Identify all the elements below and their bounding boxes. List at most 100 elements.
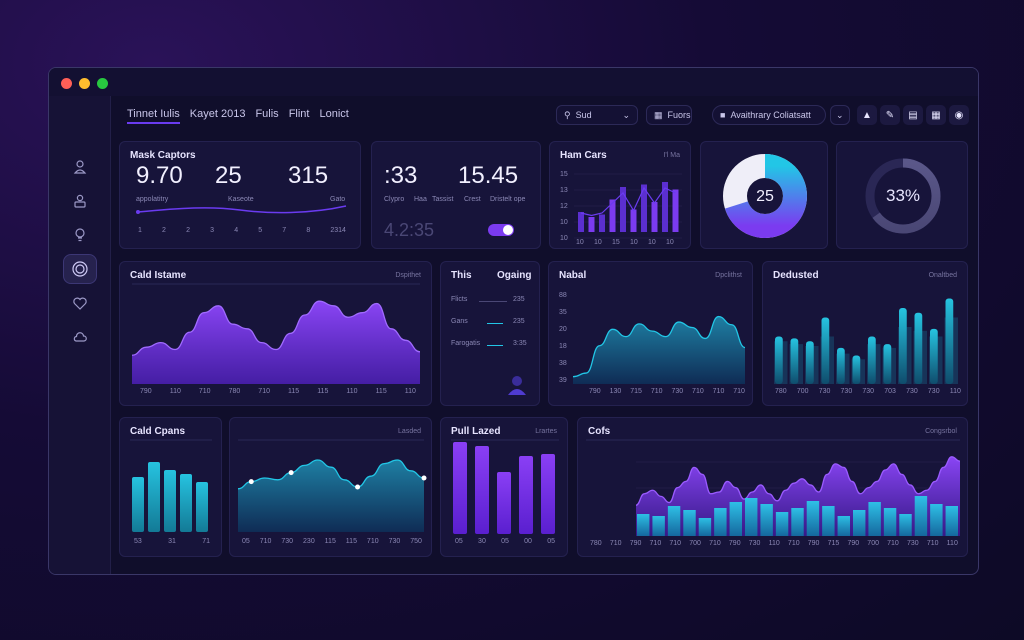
x-tick-label: 2	[186, 227, 190, 234]
card-mask-captors: Mask Captors 9.70 25 315 appolatitry Kas…	[119, 141, 361, 249]
minimize-window-button[interactable]	[79, 78, 90, 89]
x-tick-label: 10	[576, 239, 584, 246]
combo-chart	[586, 439, 961, 536]
bar	[868, 336, 876, 384]
x-tick-label: 05	[501, 538, 509, 545]
sidebar-item-ideas[interactable]	[63, 220, 97, 250]
y-tick-label: 38	[559, 360, 567, 367]
bar	[714, 508, 727, 536]
x-axis-ticks: 53 31 71	[134, 538, 210, 545]
bar	[196, 482, 208, 532]
sidebar-item-cloud[interactable]	[63, 322, 97, 352]
x-tick-label: 15	[612, 239, 620, 246]
metric-label: Flicts	[451, 296, 468, 303]
tab-1[interactable]: Tinnet Iulis	[127, 108, 180, 124]
area-chart	[237, 439, 427, 532]
bar	[651, 202, 658, 232]
x-tick-label: 115	[375, 388, 387, 395]
image-button[interactable]: ▲	[857, 105, 877, 125]
tab-3[interactable]: Fulis	[255, 108, 278, 124]
close-window-button[interactable]	[61, 78, 72, 89]
x-tick-label: 700	[689, 540, 701, 547]
sidebar-item-profile[interactable]	[63, 186, 97, 216]
toggle-switch[interactable]	[488, 224, 514, 236]
calendar-button[interactable]: ▦	[926, 105, 946, 125]
x-tick-label: 730	[818, 388, 831, 395]
x-tick-label: 10	[666, 239, 674, 246]
sparkline	[136, 205, 347, 214]
bar-chart: 15 13 12 10 10 10 10 15 10 10 10	[560, 171, 682, 246]
trend-line	[580, 186, 676, 217]
bar	[541, 454, 555, 534]
x-tick-label: 710	[198, 388, 211, 395]
bar	[497, 472, 511, 534]
x-tick-label: 110	[946, 540, 958, 547]
bar	[883, 344, 892, 384]
x-tick-label: 05	[455, 538, 463, 545]
x-axis-ticks: 05 30 05 00 05	[455, 538, 555, 545]
bar	[760, 504, 773, 536]
search-input[interactable]: ⚲ Sud ⌄	[556, 105, 638, 125]
x-tick-label: 7	[282, 227, 287, 234]
filter-button[interactable]: ▦ Fuors	[646, 105, 692, 125]
y-tick-label: 20	[559, 326, 567, 333]
bar	[667, 506, 681, 536]
x-tick-label: 710	[259, 538, 272, 545]
account-label: Avaithrary Coliatsatt	[730, 110, 811, 120]
x-tick-label: 730	[671, 388, 684, 395]
x-tick-label: 730	[748, 540, 761, 547]
sidebar-item-user[interactable]	[63, 152, 97, 182]
lightbulb-icon	[75, 228, 85, 242]
card-nabal: Nabal Dpclithst 88 35 20 18 38 39 790 130 715 71…	[548, 261, 753, 406]
bar	[791, 508, 804, 536]
stat-time: :33	[384, 162, 418, 189]
account-selector[interactable]: ■ Avaithrary Coliatsatt	[712, 105, 826, 125]
bar	[775, 512, 789, 536]
card-dedusted: Dedusted Onaltbed 780 700 730 730 730 703 730 7…	[762, 261, 968, 406]
stat-value-3: 315	[288, 162, 329, 189]
bar	[868, 502, 881, 536]
y-tick-label: 88	[559, 292, 567, 299]
bar	[883, 508, 897, 536]
edit-button[interactable]: ✎	[880, 105, 900, 125]
bar	[852, 355, 861, 384]
account-dropdown[interactable]: ⌄	[830, 105, 850, 125]
series-area	[238, 460, 424, 532]
title-bar	[49, 68, 978, 96]
metric-value: 235	[513, 318, 525, 325]
sidebar-item-favorites[interactable]	[63, 288, 97, 318]
x-tick-label: 110	[404, 388, 416, 395]
bar-chart	[451, 439, 559, 534]
x-tick-label: 730	[927, 388, 940, 395]
x-axis-ticks: 790 110 710 780 710 115 115 110 115 110	[140, 388, 416, 395]
tab-4[interactable]: Flint	[289, 108, 310, 124]
zoom-window-button[interactable]	[97, 78, 108, 89]
tab-5[interactable]: Lonict	[319, 108, 348, 124]
x-tick-label: 110	[346, 388, 358, 395]
x-tick-label: 110	[169, 388, 181, 395]
metric-value: 235	[513, 296, 525, 303]
sidebar-item-target[interactable]	[63, 254, 97, 284]
sidebar	[49, 96, 111, 574]
x-tick-label: 730	[862, 388, 875, 395]
x-tick-label: 31	[168, 538, 176, 545]
x-tick-label: 710	[709, 540, 721, 547]
top-nav: Tinnet Iulis Kayet 2013 Fulis Flint Loni…	[127, 108, 349, 124]
heart-icon	[73, 297, 87, 310]
bar	[775, 336, 783, 384]
globe-button[interactable]: ◉	[949, 105, 969, 125]
bar	[588, 217, 595, 232]
bar	[853, 510, 866, 536]
document-button[interactable]: ▤	[903, 105, 923, 125]
y-tick-label: 12	[560, 203, 568, 210]
bar	[837, 347, 845, 384]
x-tick-label: 230	[303, 538, 315, 545]
series-area	[132, 301, 420, 384]
x-tick-label: 110	[949, 388, 961, 395]
x-tick-label: 730	[906, 540, 919, 547]
tab-2[interactable]: Kayet 2013	[190, 108, 246, 124]
x-tick-label: 710	[669, 540, 682, 547]
card-cald-cpans: Cald Cpans 53 31 71	[119, 417, 222, 557]
x-tick-label: 790	[140, 388, 152, 395]
filter-icon: ▦	[654, 109, 663, 120]
